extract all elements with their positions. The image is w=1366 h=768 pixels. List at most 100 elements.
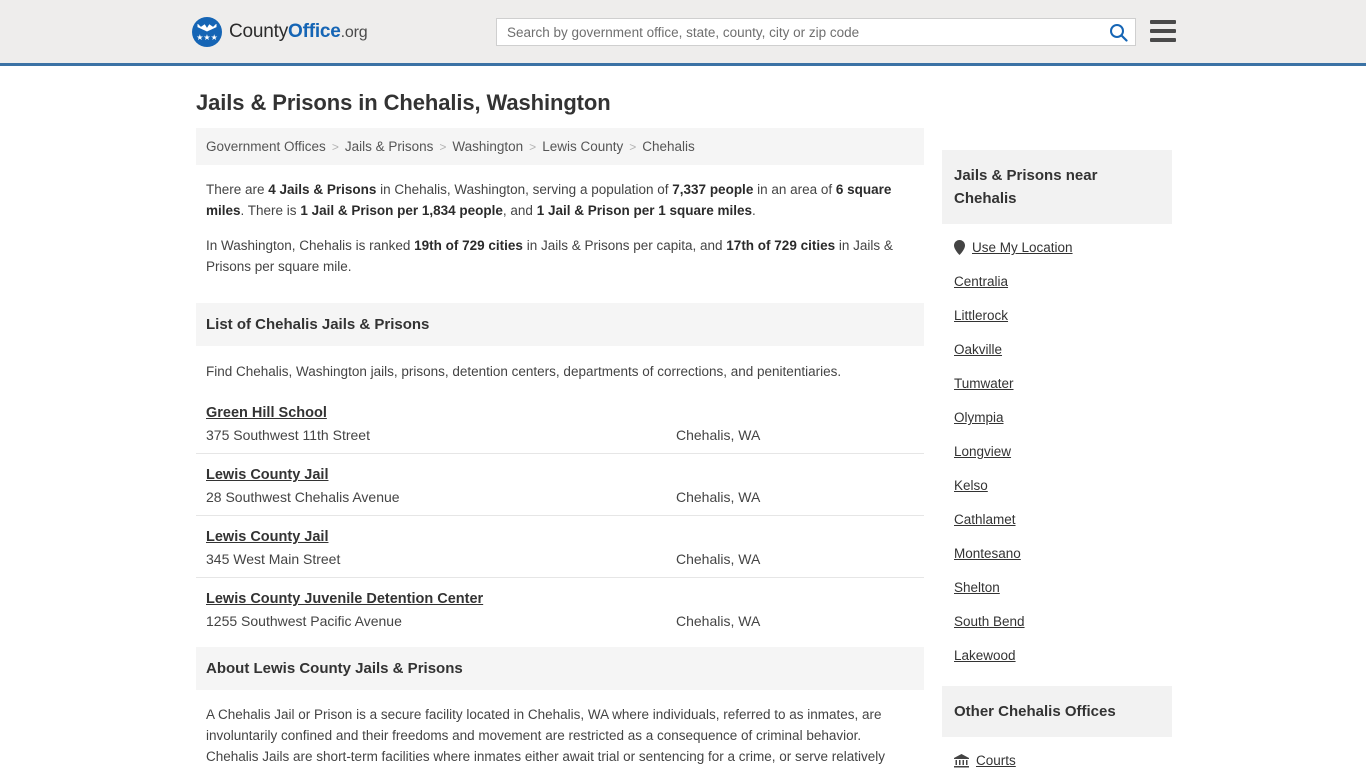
listing-detail-row: 375 Southwest 11th Street Chehalis, WA	[206, 427, 914, 443]
brand-part-org: .org	[340, 23, 368, 41]
stat-text: in an area of	[753, 182, 836, 197]
stats-block: There are 4 Jails & Prisons in Chehalis,…	[196, 165, 924, 295]
listing-row: Lewis County Jail 28 Southwest Chehalis A…	[196, 453, 924, 515]
listing-detail-row: 345 West Main Street Chehalis, WA	[206, 551, 914, 567]
listing-address: 1255 Southwest Pacific Avenue	[206, 613, 402, 629]
breadcrumb-separator: >	[331, 139, 339, 154]
sidebar-item-city[interactable]: Cathlamet	[942, 502, 1172, 536]
listing-city-state: Chehalis, WA	[676, 613, 761, 629]
stat-text: in Chehalis, Washington, serving a popul…	[376, 182, 673, 197]
sidebar-city-link[interactable]: Olympia	[954, 410, 1004, 425]
sidebar-item-city[interactable]: Kelso	[942, 468, 1172, 502]
sidebar-item-city[interactable]: South Bend	[942, 604, 1172, 638]
sidebar-item-city[interactable]: Tumwater	[942, 366, 1172, 400]
breadcrumb-item[interactable]: Jails & Prisons	[345, 139, 434, 154]
sidebar: Jails & Prisons near Chehalis Use My Loc…	[942, 150, 1172, 768]
breadcrumb-separator: >	[629, 139, 637, 154]
listing-row: Green Hill School 375 Southwest 11th Stre…	[196, 392, 924, 453]
about-section-body: A Chehalis Jail or Prison is a secure fa…	[206, 707, 886, 764]
sidebar-item-use-my-location[interactable]: Use My Location	[942, 230, 1172, 264]
listing-city-state: Chehalis, WA	[676, 551, 761, 567]
sidebar-other-heading: Other Chehalis Offices	[942, 686, 1172, 737]
sidebar-city-link[interactable]: Centralia	[954, 274, 1008, 289]
listing-address: 28 Southwest Chehalis Avenue	[206, 489, 400, 505]
sidebar-city-link[interactable]: Longview	[954, 444, 1011, 459]
bank-building-icon	[954, 753, 969, 767]
sidebar-city-link[interactable]: Cathlamet	[954, 512, 1016, 527]
brand-part-county: County	[229, 20, 289, 42]
stat-highlight: 1 Jail & Prison per 1 square miles	[536, 203, 753, 218]
eagle-emblem-icon: ★★★	[192, 16, 222, 47]
listing-address: 375 Southwest 11th Street	[206, 427, 370, 443]
stat-highlight: 7,337 people	[672, 182, 754, 197]
breadcrumb: Government Offices > Jails & Prisons > Washi…	[196, 128, 924, 165]
listing-name-link[interactable]: Lewis County Jail	[206, 467, 328, 483]
emblem-stars: ★★★	[196, 32, 218, 42]
sidebar-city-link[interactable]: Kelso	[954, 478, 988, 493]
sidebar-city-link[interactable]: Lakewood	[954, 648, 1016, 663]
sidebar-item-city[interactable]: Shelton	[942, 570, 1172, 604]
stat-text: In Washington, Chehalis is ranked	[206, 238, 415, 253]
breadcrumb-item[interactable]: Washington	[452, 139, 523, 154]
site-header: ★★★ CountyOffice.org	[0, 0, 1366, 66]
breadcrumb-item[interactable]: Government Offices	[206, 139, 326, 154]
sidebar-city-link[interactable]: Montesano	[954, 546, 1021, 561]
listing-name-link[interactable]: Green Hill School	[206, 405, 327, 421]
search-bar[interactable]	[496, 18, 1136, 46]
sidebar-item-city[interactable]: Littlerock	[942, 298, 1172, 332]
sidebar-item-city[interactable]: Centralia	[942, 264, 1172, 298]
brand-wordmark: CountyOffice.org	[229, 20, 368, 43]
stats-paragraph-2: In Washington, Chehalis is ranked 19th o…	[206, 235, 914, 277]
search-button[interactable]	[1101, 19, 1135, 45]
search-input[interactable]	[497, 19, 1101, 45]
list-section-heading: List of Chehalis Jails & Prisons	[196, 303, 924, 346]
site-logo[interactable]: ★★★ CountyOffice.org	[192, 16, 368, 47]
page-container: Jails & Prisons in Chehalis, Washington …	[0, 90, 1366, 768]
brand-part-office: Office	[288, 20, 341, 42]
breadcrumb-separator: >	[439, 139, 447, 154]
sidebar-item-city[interactable]: Olympia	[942, 400, 1172, 434]
listing-name-link[interactable]: Lewis County Jail	[206, 529, 328, 545]
stat-text: . There is	[240, 203, 301, 218]
listing-address: 345 West Main Street	[206, 551, 341, 567]
sidebar-near-heading: Jails & Prisons near Chehalis	[942, 150, 1172, 224]
sidebar-item-other-office[interactable]: Courts	[942, 743, 1172, 768]
sidebar-city-link[interactable]: South Bend	[954, 614, 1025, 629]
page-title: Jails & Prisons in Chehalis, Washington	[196, 90, 611, 115]
sidebar-city-link[interactable]: Oakville	[954, 342, 1002, 357]
stat-text: There are	[206, 182, 269, 197]
use-my-location-link[interactable]: Use My Location	[972, 240, 1073, 255]
list-section-intro: Find Chehalis, Washington jails, prisons…	[206, 364, 842, 379]
stat-highlight: 17th of 729 cities	[726, 238, 836, 253]
search-icon	[1109, 23, 1128, 42]
main-column: Government Offices > Jails & Prisons > Washi…	[196, 128, 924, 768]
hamburger-menu-icon[interactable]	[1150, 20, 1176, 42]
stat-highlight: 1 Jail & Prison per 1,834 people	[300, 203, 503, 218]
stat-highlight: 19th of 729 cities	[414, 238, 523, 253]
sidebar-item-city[interactable]: Longview	[942, 434, 1172, 468]
listing-detail-row: 28 Southwest Chehalis Avenue Chehalis, WA	[206, 489, 914, 505]
listing-row: Lewis County Jail 345 West Main Street Che…	[196, 515, 924, 577]
stats-paragraph-1: There are 4 Jails & Prisons in Chehalis,…	[206, 179, 914, 221]
breadcrumb-item[interactable]: Lewis County	[542, 139, 623, 154]
sidebar-other-offices-list: Courts	[942, 737, 1172, 768]
sidebar-item-city[interactable]: Lakewood	[942, 638, 1172, 672]
breadcrumb-item[interactable]: Chehalis	[642, 139, 695, 154]
stat-text: .	[752, 203, 756, 218]
stat-text: , and	[502, 203, 537, 218]
sidebar-city-link[interactable]: Shelton	[954, 580, 1000, 595]
sidebar-city-link[interactable]: Littlerock	[954, 308, 1008, 323]
sidebar-city-link[interactable]: Tumwater	[954, 376, 1014, 391]
sidebar-item-city[interactable]: Oakville	[942, 332, 1172, 366]
listing-name-link[interactable]: Lewis County Juvenile Detention Center	[206, 591, 483, 607]
listing-city-state: Chehalis, WA	[676, 427, 761, 443]
stat-text: in Jails & Prisons per capita, and	[522, 238, 727, 253]
other-office-link[interactable]: Courts	[976, 753, 1016, 768]
breadcrumb-separator: >	[529, 139, 537, 154]
map-pin-icon	[954, 240, 965, 255]
listings-container: Green Hill School 375 Southwest 11th Stre…	[196, 392, 924, 639]
listing-detail-row: 1255 Southwest Pacific Avenue Chehalis, W…	[206, 613, 914, 629]
sidebar-city-list: Use My Location Centralia Littlerock Oakvi…	[942, 224, 1172, 672]
sidebar-item-city[interactable]: Montesano	[942, 536, 1172, 570]
stat-highlight: 4 Jails & Prisons	[268, 182, 377, 197]
